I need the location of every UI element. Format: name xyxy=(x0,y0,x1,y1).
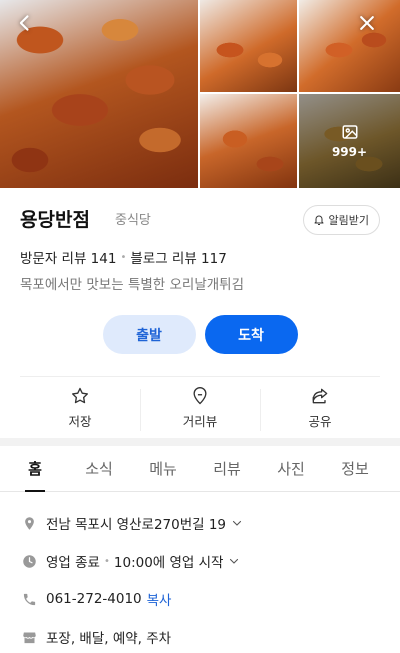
star-icon xyxy=(72,387,89,404)
map-pin-icon xyxy=(20,514,38,532)
address-text: 전남 목포시 영산로270번길 19 xyxy=(46,517,227,533)
back-button[interactable] xyxy=(12,10,38,36)
clock-icon xyxy=(20,552,38,570)
close-icon xyxy=(360,16,374,30)
visitor-reviews-link[interactable]: 방문자 리뷰 141 xyxy=(20,247,116,267)
share-button[interactable]: 공유 xyxy=(260,377,380,439)
action-bar: 저장 거리뷰 공유 xyxy=(20,377,380,439)
route-buttons: 출발 도착 xyxy=(20,315,380,354)
tab-bar: 홈 소식 메뉴 리뷰 사진 정보 xyxy=(0,446,400,492)
tab-reviews[interactable]: 리뷰 xyxy=(195,446,259,491)
arrive-button[interactable]: 도착 xyxy=(204,315,298,354)
tab-photos[interactable]: 사진 xyxy=(259,446,323,491)
photo-thumbnail[interactable] xyxy=(200,94,297,188)
save-button[interactable]: 저장 xyxy=(20,377,140,439)
hours-next-open: 10:00에 영업 시작 xyxy=(113,555,224,571)
image-icon xyxy=(342,125,357,139)
close-button[interactable] xyxy=(354,10,380,36)
tab-info[interactable]: 정보 xyxy=(323,446,387,491)
hours-status: 영업 종료 xyxy=(46,555,100,571)
more-photos-thumbnail[interactable]: 999+ xyxy=(299,94,400,188)
phone-icon xyxy=(20,590,38,608)
copy-phone-button[interactable]: 복사 xyxy=(147,589,172,609)
separator-dot: • xyxy=(103,555,110,567)
place-name: 용당반점 xyxy=(20,209,90,231)
alarm-label: 알림받기 xyxy=(328,214,369,227)
blog-reviews-link[interactable]: 블로그 리뷰 117 xyxy=(130,247,226,267)
place-description: 목포에서만 맛보는 특별한 오리날개튀김 xyxy=(20,277,245,293)
save-label: 저장 xyxy=(68,414,92,429)
place-details: 전남 목포시 영산로270번길 19 영업 종료 • 10:00에 영업 시작 … xyxy=(20,504,380,653)
services-row: 포장, 배달, 예약, 주차 xyxy=(20,618,380,653)
alarm-button[interactable]: 알림받기 xyxy=(302,205,380,235)
photo-thumbnail[interactable] xyxy=(299,0,400,92)
more-photos-count: 999+ xyxy=(331,145,368,159)
start-button[interactable]: 출발 xyxy=(102,315,196,354)
bell-icon xyxy=(314,215,324,225)
photo-gallery: 999+ xyxy=(0,0,400,188)
section-gap xyxy=(0,438,400,446)
share-icon xyxy=(312,388,328,404)
place-category: 중식당 xyxy=(115,213,151,228)
tab-news[interactable]: 소식 xyxy=(67,446,131,491)
phone-number[interactable]: 061-272-4010 xyxy=(46,591,142,607)
more-photos-overlay: 999+ xyxy=(299,94,400,188)
place-info: 용당반점 중식당 알림받기 방문자 리뷰 141 • 블로그 리뷰 117 목포… xyxy=(0,188,400,439)
tab-menu[interactable]: 메뉴 xyxy=(131,446,195,491)
separator-dot: • xyxy=(120,251,127,263)
title-row: 용당반점 중식당 알림받기 xyxy=(20,188,380,246)
review-counts: 방문자 리뷰 141 • 블로그 리뷰 117 xyxy=(20,246,380,268)
phone-row: 061-272-4010 복사 xyxy=(20,580,380,618)
tab-home[interactable]: 홈 xyxy=(3,446,67,492)
address-row[interactable]: 전남 목포시 영산로270번길 19 xyxy=(20,504,380,542)
street-view-label: 거리뷰 xyxy=(182,414,218,429)
share-label: 공유 xyxy=(308,414,332,429)
street-view-button[interactable]: 거리뷰 xyxy=(140,377,260,439)
chevron-down-icon xyxy=(232,520,242,526)
store-icon xyxy=(20,628,38,646)
chevron-down-icon xyxy=(230,558,239,564)
chevron-left-icon xyxy=(19,15,29,31)
services-text: 포장, 배달, 예약, 주차 xyxy=(46,631,172,647)
hours-row[interactable]: 영업 종료 • 10:00에 영업 시작 xyxy=(20,542,380,580)
location-pin-icon xyxy=(193,387,207,405)
photo-thumbnail[interactable] xyxy=(200,0,297,92)
